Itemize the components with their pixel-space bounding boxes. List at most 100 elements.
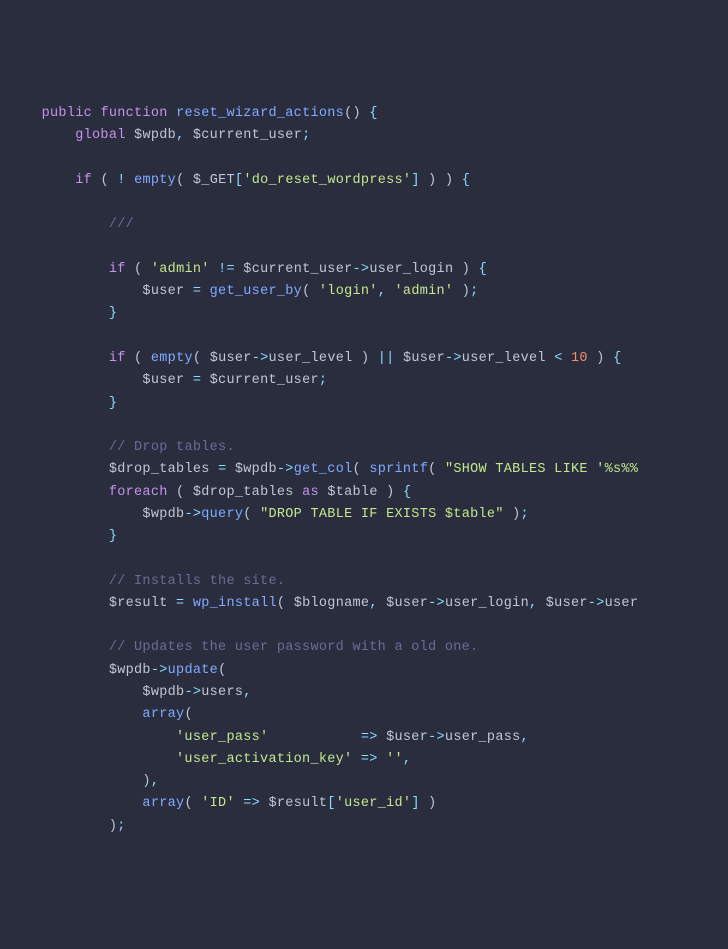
code-token: ( <box>277 596 285 611</box>
code-token: -> <box>588 596 605 611</box>
code-token: => <box>361 730 378 745</box>
code-token: => <box>361 752 378 767</box>
code-token: function <box>100 106 167 121</box>
code-token: public <box>42 106 92 121</box>
code-token: , <box>369 596 377 611</box>
code-token: $wpdb <box>142 507 184 522</box>
code-token: , <box>378 284 386 299</box>
code-token: $wpdb <box>142 685 184 700</box>
code-token: $user <box>403 351 445 366</box>
code-token: ) <box>462 284 470 299</box>
code-token: ; <box>470 284 478 299</box>
code-token: 'admin' <box>151 262 210 277</box>
code-token: ; <box>117 819 125 834</box>
code-token: empty <box>151 351 193 366</box>
code-token: as <box>302 485 319 500</box>
code-token: $wpdb <box>109 663 151 678</box>
code-token: , <box>176 128 184 143</box>
code-token: ( <box>243 507 251 522</box>
code-token: 10 <box>571 351 588 366</box>
code-token: { <box>369 106 377 121</box>
code-token: -> <box>428 596 445 611</box>
code-token: ( <box>134 262 142 277</box>
code-token: , <box>521 730 529 745</box>
code-token: $drop_tables <box>193 485 294 500</box>
code-token: < <box>554 351 562 366</box>
code-token: { <box>613 351 621 366</box>
code-token: ) <box>361 351 369 366</box>
code-token: $_GET <box>193 173 235 188</box>
code-token: ( <box>302 284 310 299</box>
code-token: } <box>109 396 117 411</box>
code-token: , <box>403 752 411 767</box>
code-token: 'user_activation_key' <box>176 752 352 767</box>
code-token: users <box>201 685 243 700</box>
code-token: = <box>193 373 201 388</box>
code-token: ( <box>184 707 192 722</box>
code-token: get_col <box>294 462 353 477</box>
code-token: ) <box>445 173 453 188</box>
code-token: foreach <box>109 485 168 500</box>
code-token: if <box>109 262 126 277</box>
code-token: != <box>218 262 235 277</box>
code-token: ( <box>184 796 192 811</box>
code-token: = <box>193 284 201 299</box>
code-token: user <box>605 596 639 611</box>
code-token: , <box>529 596 537 611</box>
code-token: "SHOW TABLES LIKE '%s%% <box>445 462 638 477</box>
code-token: // Updates the user password with a old … <box>109 640 479 655</box>
code-token: ) <box>596 351 604 366</box>
code-token: // Drop tables. <box>109 440 235 455</box>
code-token: = <box>176 596 184 611</box>
code-token: () <box>344 106 361 121</box>
code-token: ] <box>411 173 419 188</box>
code-token: $current_user <box>243 262 352 277</box>
code-token: $result <box>268 796 327 811</box>
code-token: if <box>75 173 92 188</box>
code-token: $table <box>327 485 377 500</box>
code-token: /// <box>109 217 134 232</box>
code-token: { <box>479 262 487 277</box>
code-token: sprintf <box>369 462 428 477</box>
code-token: ( <box>428 462 436 477</box>
code-token: ] <box>411 796 419 811</box>
code-token: global <box>75 128 125 143</box>
code-token: = <box>218 462 226 477</box>
code-token: wp_install <box>193 596 277 611</box>
code-token: $user <box>142 284 184 299</box>
code-token: ) <box>109 819 117 834</box>
code-token: $user <box>210 351 252 366</box>
code-token: ) <box>428 173 436 188</box>
code-token: -> <box>184 507 201 522</box>
code-token: ) <box>462 262 470 277</box>
code-token: 'user_pass' <box>176 730 268 745</box>
code-token: ; <box>521 507 529 522</box>
code-token: ) <box>142 774 150 789</box>
code-token: user_login <box>445 596 529 611</box>
code-token: empty <box>134 173 176 188</box>
code-token: ( <box>193 351 201 366</box>
code-token: user_level <box>462 351 546 366</box>
code-token: ) <box>386 485 394 500</box>
code-token: } <box>109 306 117 321</box>
code-token: 'user_id' <box>336 796 412 811</box>
code-token: $user <box>386 730 428 745</box>
code-block: public function reset_wizard_actions() {… <box>8 103 728 838</box>
code-token: $wpdb <box>235 462 277 477</box>
code-token: $blogname <box>294 596 370 611</box>
code-token: , <box>151 774 159 789</box>
code-token: get_user_by <box>210 284 302 299</box>
code-token: [ <box>327 796 335 811</box>
code-token: 'admin' <box>395 284 454 299</box>
code-token: $current_user <box>193 128 302 143</box>
code-token: ) <box>428 796 436 811</box>
code-token: update <box>168 663 218 678</box>
code-token: 'ID' <box>201 796 235 811</box>
code-token: 'login' <box>319 284 378 299</box>
code-token: user_login <box>369 262 453 277</box>
code-token: $result <box>109 596 168 611</box>
code-token: array <box>142 707 184 722</box>
code-token: $current_user <box>210 373 319 388</box>
code-token: ; <box>319 373 327 388</box>
code-token: -> <box>151 663 168 678</box>
